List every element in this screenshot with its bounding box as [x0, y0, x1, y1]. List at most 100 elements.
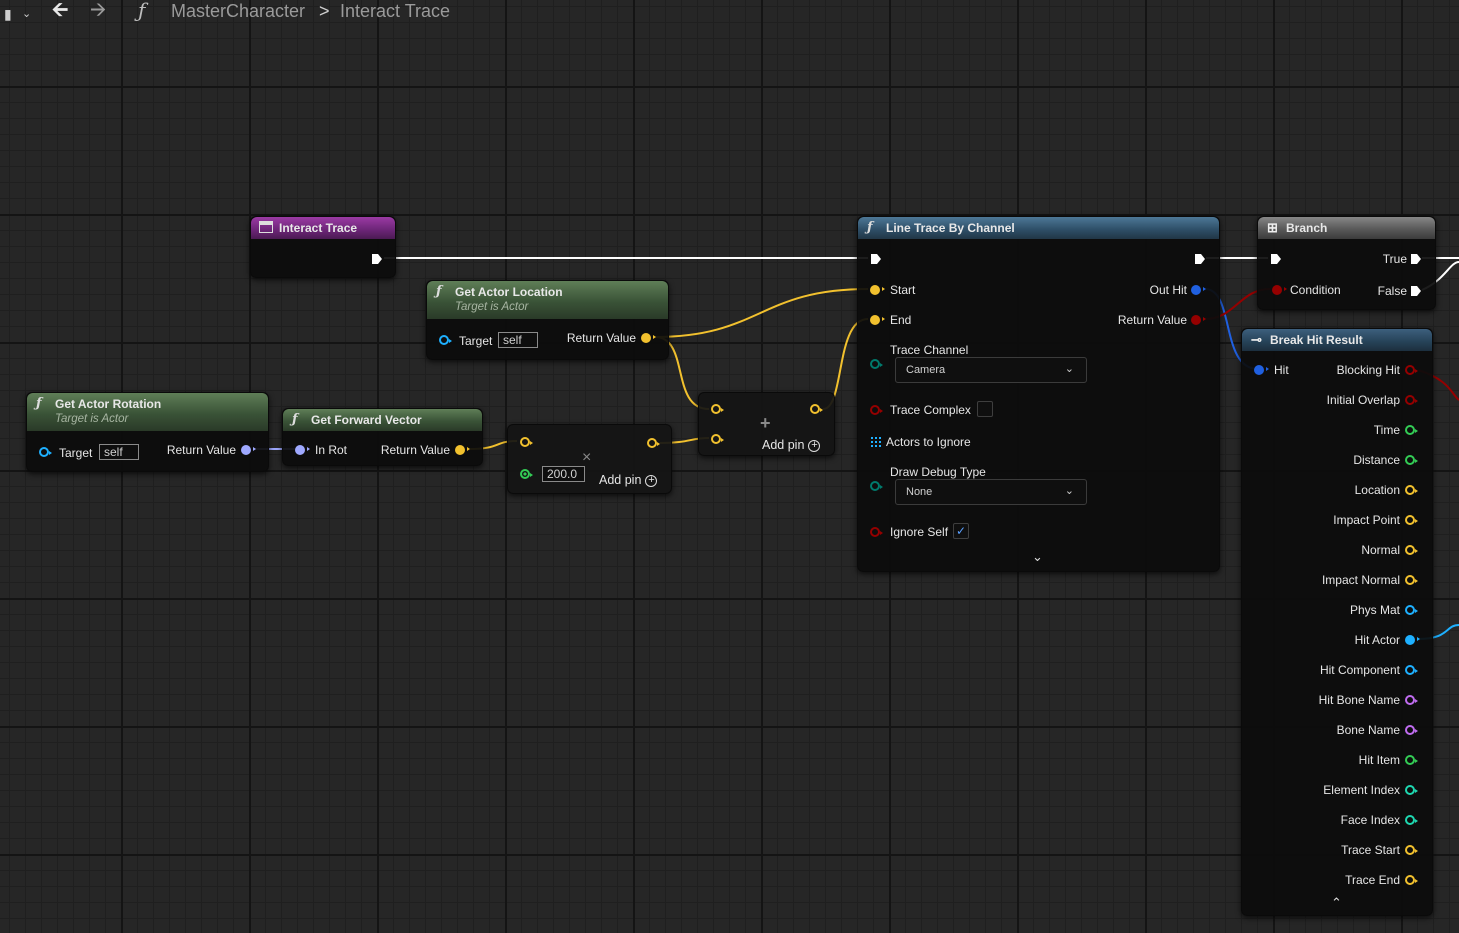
- draw-debug-type-value: None: [906, 486, 933, 498]
- output-pin[interactable]: [1405, 725, 1418, 735]
- return-value-label: Return Value: [566, 331, 636, 345]
- output-pin[interactable]: [1405, 845, 1418, 855]
- draw-debug-type-dropdown[interactable]: None ⌄: [895, 479, 1087, 505]
- ignore-self-label: Ignore Self: [890, 525, 949, 539]
- output-label: Distance: [1353, 453, 1400, 467]
- add-pin-button[interactable]: Add pin +: [599, 473, 658, 487]
- trace-complex-checkbox[interactable]: [977, 401, 993, 417]
- exec-in-pin[interactable]: [1270, 253, 1282, 265]
- break-struct-icon: ⊸: [1251, 332, 1262, 347]
- false-label: False: [1377, 284, 1407, 298]
- start-pin[interactable]: [870, 285, 885, 295]
- output-pin[interactable]: [1405, 635, 1420, 645]
- target-self-field[interactable]: self: [99, 444, 139, 460]
- exec-out-pin[interactable]: [1194, 253, 1206, 265]
- true-exec-pin[interactable]: [1410, 253, 1422, 265]
- exec-in-pin[interactable]: [870, 253, 882, 265]
- draw-debug-type-label: Draw Debug Type: [890, 465, 986, 479]
- output-pin[interactable]: [1405, 575, 1418, 585]
- interact-trace-node[interactable]: Interact Trace: [250, 216, 396, 278]
- output-label: Face Index: [1340, 813, 1400, 827]
- output-pin[interactable]: [1405, 665, 1418, 675]
- return-value-pin[interactable]: [455, 445, 470, 455]
- output-label: Location: [1354, 483, 1400, 497]
- add-node[interactable]: + Add pin +: [698, 392, 835, 456]
- output-pin[interactable]: [1405, 695, 1418, 705]
- output-label: Normal: [1361, 543, 1400, 557]
- target-label: Target: [459, 334, 493, 348]
- line-trace-by-channel-node[interactable]: ƒ Line Trace By Channel Start Out Hit En…: [857, 216, 1220, 572]
- end-pin[interactable]: [870, 315, 885, 325]
- add-pin-button[interactable]: Add pin +: [762, 438, 821, 452]
- out-hit-pin[interactable]: [1191, 285, 1206, 295]
- vector-in-pin-b[interactable]: [711, 434, 724, 444]
- collapse-chevron-icon[interactable]: ⌃: [1331, 895, 1342, 911]
- exec-out-pin[interactable]: [371, 253, 383, 265]
- output-pin[interactable]: [1405, 395, 1418, 405]
- chevron-down-icon: ⌄: [1064, 363, 1074, 375]
- vector-out-pin[interactable]: [810, 404, 823, 414]
- target-self-field[interactable]: self: [498, 332, 538, 348]
- output-pin[interactable]: [1405, 365, 1418, 375]
- get-forward-vector-node[interactable]: ƒ Get Forward Vector In Rot Return Value: [282, 408, 483, 466]
- output-label: Hit Bone Name: [1318, 693, 1400, 707]
- trace-complex-label: Trace Complex: [890, 403, 971, 417]
- output-pin[interactable]: [1405, 425, 1418, 435]
- vector-in-pin[interactable]: [520, 437, 533, 447]
- branch-icon: ⊞: [1267, 220, 1278, 235]
- output-pin[interactable]: [1405, 755, 1418, 765]
- output-pin[interactable]: [1405, 785, 1418, 795]
- node-subtitle: Target is Actor: [55, 413, 129, 425]
- branch-node[interactable]: ⊞ Branch True Condition False: [1257, 216, 1436, 310]
- vector-out-pin[interactable]: [647, 438, 660, 448]
- target-pin[interactable]: [439, 335, 452, 345]
- in-rot-pin[interactable]: [295, 445, 310, 455]
- node-title: Interact Trace: [279, 221, 358, 235]
- end-label: End: [890, 313, 912, 327]
- output-label: Trace End: [1345, 873, 1400, 887]
- hit-pin[interactable]: [1254, 365, 1269, 375]
- multiply-icon: ×: [582, 449, 592, 466]
- get-actor-location-node[interactable]: ƒ Get Actor Location Target is Actor Tar…: [426, 280, 669, 360]
- output-pin[interactable]: [1405, 605, 1418, 615]
- multiplier-value-field[interactable]: 200.0: [542, 466, 585, 482]
- output-label: Impact Normal: [1321, 573, 1400, 587]
- function-entry-icon: [259, 221, 273, 233]
- output-pin[interactable]: [1405, 815, 1418, 825]
- output-pin[interactable]: [1405, 455, 1418, 465]
- vector-in-pin-a[interactable]: [711, 404, 724, 414]
- output-pin[interactable]: [1405, 485, 1418, 495]
- return-value-label: Return Value: [166, 443, 236, 457]
- out-hit-label: Out Hit: [1149, 283, 1187, 297]
- target-pin[interactable]: [39, 447, 52, 457]
- ignore-self-checkbox[interactable]: ✓: [953, 523, 969, 539]
- function-icon: ƒ: [292, 412, 298, 427]
- trace-complex-pin[interactable]: [870, 405, 883, 415]
- return-value-pin[interactable]: [1191, 315, 1206, 325]
- vector-wire: [654, 288, 869, 338]
- return-value-pin[interactable]: [641, 333, 656, 343]
- output-label: Element Index: [1323, 783, 1400, 797]
- float-in-pin[interactable]: [520, 469, 533, 479]
- condition-label: Condition: [1290, 283, 1341, 297]
- output-pin[interactable]: [1405, 515, 1418, 525]
- get-actor-rotation-node[interactable]: ƒ Get Actor Rotation Target is Actor Tar…: [26, 392, 269, 472]
- add-pin-label: Add pin: [762, 438, 805, 452]
- return-value-pin[interactable]: [241, 445, 256, 455]
- array-pin-icon[interactable]: [870, 436, 881, 447]
- draw-debug-type-pin[interactable]: [870, 481, 883, 491]
- ignore-self-pin[interactable]: [870, 527, 883, 537]
- false-exec-pin[interactable]: [1410, 285, 1422, 297]
- multiply-node[interactable]: × 200.0 Add pin +: [507, 424, 672, 494]
- trace-channel-dropdown[interactable]: Camera ⌄: [895, 357, 1087, 383]
- break-hit-result-node[interactable]: ⊸ Break Hit Result Hit Blocking Hit Initi…: [1241, 328, 1433, 916]
- output-label: Phys Mat: [1349, 603, 1400, 617]
- add-operator-icon: +: [760, 413, 771, 433]
- condition-pin[interactable]: [1272, 285, 1287, 295]
- output-pin[interactable]: [1405, 875, 1418, 885]
- expand-chevron-icon[interactable]: ⌄: [1032, 549, 1043, 565]
- trace-channel-value: Camera: [906, 364, 946, 376]
- trace-channel-pin[interactable]: [870, 359, 883, 369]
- output-label: Blocking Hit: [1336, 363, 1400, 377]
- output-pin[interactable]: [1405, 545, 1418, 555]
